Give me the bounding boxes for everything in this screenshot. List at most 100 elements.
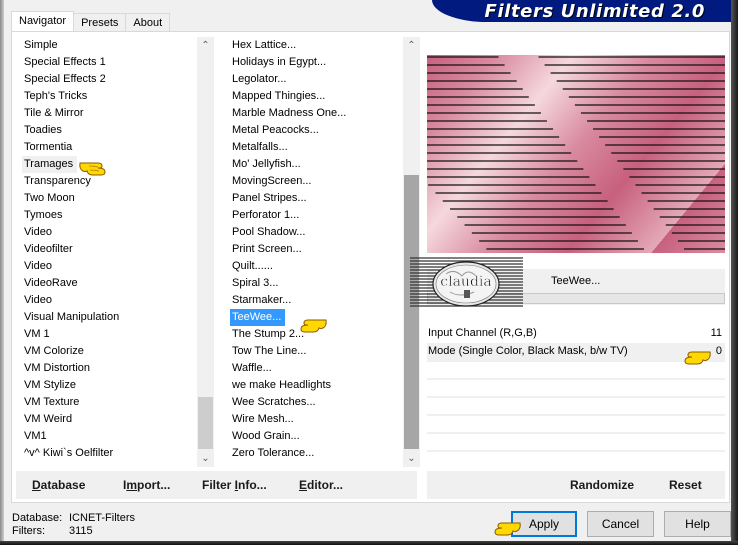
editor-button[interactable]: Editor... <box>299 471 343 499</box>
category-item[interactable]: Special Effects 2 <box>22 73 106 85</box>
filter-item[interactable]: Wood Grain... <box>230 430 300 442</box>
category-list[interactable]: Simple Special Effects 1 Special Effects 2… <box>22 37 192 467</box>
filter-item[interactable]: Marble Madness One... <box>230 107 346 119</box>
filter-item[interactable]: Quilt...... <box>230 260 273 272</box>
filter-list[interactable]: Hex Lattice... Holidays in Egypt... Legola… <box>230 37 400 467</box>
filter-item[interactable]: Mapped Thingies... <box>230 90 325 102</box>
pointing-hand-icon <box>494 522 521 536</box>
tab-presets[interactable]: Presets <box>73 13 127 32</box>
filter-item[interactable]: Print Screen... <box>230 243 302 255</box>
category-item[interactable]: VM Stylize <box>22 379 76 391</box>
category-item[interactable]: Teph's Tricks <box>22 90 87 102</box>
filter-item[interactable]: Wee Scratches... <box>230 396 316 408</box>
category-item[interactable]: ^v^ Kiwi`s Oelfilter <box>22 447 113 459</box>
list-row: Metalfalls... <box>230 139 400 156</box>
category-item[interactable]: Visual Manipulation <box>22 311 119 323</box>
tab-about[interactable]: About <box>125 13 171 32</box>
filter-item[interactable]: Spiral 3... <box>230 277 278 289</box>
param-value[interactable]: 0 <box>716 343 722 360</box>
category-item[interactable]: VM Weird <box>22 413 72 425</box>
filter-scroll-thumb[interactable] <box>404 175 419 449</box>
reset-button[interactable]: Reset <box>669 471 702 499</box>
scroll-up-arrow-icon[interactable]: ⌃ <box>197 37 214 54</box>
preview-gradient <box>427 55 725 253</box>
category-item[interactable]: Special Effects 1 <box>22 56 106 68</box>
category-item[interactable]: Tymoes <box>22 209 63 221</box>
list-row: Wire Mesh... <box>230 411 400 428</box>
window-frame-bottom <box>0 541 738 545</box>
tab-navigator[interactable]: Navigator <box>11 11 75 33</box>
filter-item[interactable]: MovingScreen... <box>230 175 311 187</box>
param-value[interactable]: 11 <box>711 325 722 342</box>
filter-item[interactable]: Panel Stripes... <box>230 192 307 204</box>
list-row: VM Stylize <box>22 377 192 394</box>
cancel-button[interactable]: Cancel <box>587 511 654 537</box>
database-button[interactable]: Database <box>32 471 85 499</box>
category-item[interactable]: VM 1 <box>22 328 50 340</box>
category-item[interactable]: VM Texture <box>22 396 79 408</box>
filter-info-button[interactable]: Filter Info... <box>202 471 267 499</box>
category-scroll-thumb[interactable] <box>198 397 213 449</box>
param-divider <box>427 432 725 434</box>
list-row: Special Effects 1 <box>22 54 192 71</box>
list-row: Wee Scratches... <box>230 394 400 411</box>
list-row: VideoRave <box>22 275 192 292</box>
list-row: Holidays in Egypt... <box>230 54 400 71</box>
list-row: Video <box>22 292 192 309</box>
filter-item[interactable]: Hex Lattice... <box>230 39 296 51</box>
category-scrollbar[interactable]: ⌃ ⌄ <box>197 37 214 467</box>
filter-item[interactable]: Starmaker... <box>230 294 291 306</box>
category-item[interactable]: VM1 <box>22 430 47 442</box>
category-item[interactable]: Tile & Mirror <box>22 107 83 119</box>
category-item[interactable]: Two Moon <box>22 192 75 204</box>
category-item[interactable]: Tramages <box>22 156 78 173</box>
param-row-input-channel[interactable]: Input Channel (R,G,B) 11 <box>427 325 725 342</box>
pointing-hand-icon <box>300 319 327 333</box>
category-item[interactable]: Tormentia <box>22 141 72 153</box>
list-row: Tymoes <box>22 207 192 224</box>
list-row: Toadies <box>22 122 192 139</box>
filter-item[interactable]: Zero Tolerance... <box>230 447 314 459</box>
help-button[interactable]: Help <box>664 511 731 537</box>
filter-item[interactable]: Metalfalls... <box>230 141 288 153</box>
category-item[interactable]: Videofilter <box>22 243 73 255</box>
list-row: Print Screen... <box>230 241 400 258</box>
filter-item[interactable]: Legolator... <box>230 73 286 85</box>
list-row: Quilt...... <box>230 258 400 275</box>
filter-item[interactable]: we make Headlights <box>230 379 331 391</box>
filter-scrollbar[interactable]: ⌃ ⌄ <box>403 37 420 467</box>
category-item[interactable]: Video <box>22 294 52 306</box>
filter-item[interactable]: Wire Mesh... <box>230 413 294 425</box>
category-item[interactable]: Simple <box>22 39 58 51</box>
filter-item[interactable]: Waffle... <box>230 362 272 374</box>
category-item[interactable]: Video <box>22 260 52 272</box>
list-row: Marble Madness One... <box>230 105 400 122</box>
filter-item[interactable]: Holidays in Egypt... <box>230 56 326 68</box>
randomize-button[interactable]: Randomize <box>570 471 634 499</box>
category-item[interactable]: Toadies <box>22 124 62 136</box>
filter-item[interactable]: Mo' Jellyfish... <box>230 158 301 170</box>
list-row: Mapped Thingies... <box>230 88 400 105</box>
scroll-up-arrow-icon[interactable]: ⌃ <box>403 37 420 54</box>
category-item[interactable]: Video <box>22 226 52 238</box>
category-item[interactable]: Transparency <box>22 175 91 187</box>
claudia-watermark-logo: claudia <box>410 257 523 307</box>
import-button[interactable]: Import... <box>123 471 170 499</box>
param-divider <box>427 378 725 380</box>
list-row: VM Distortion <box>22 360 192 377</box>
list-row: VM Colorize <box>22 343 192 360</box>
category-item[interactable]: VM Distortion <box>22 362 90 374</box>
category-item[interactable]: VideoRave <box>22 277 78 289</box>
category-item[interactable]: VM Colorize <box>22 345 84 357</box>
filter-item[interactable]: Perforator 1... <box>230 209 299 221</box>
filter-item[interactable]: Metal Peacocks... <box>230 124 319 136</box>
list-row: MovingScreen... <box>230 173 400 190</box>
list-row: VM 1 <box>22 326 192 343</box>
param-divider <box>427 450 725 452</box>
current-filter-name: TeeWee... <box>551 275 601 287</box>
filter-item[interactable]: TeeWee... <box>230 309 286 326</box>
filter-item[interactable]: Pool Shadow... <box>230 226 305 238</box>
filter-item[interactable]: Tow The Line... <box>230 345 306 357</box>
scroll-down-arrow-icon[interactable]: ⌄ <box>403 450 420 467</box>
scroll-down-arrow-icon[interactable]: ⌄ <box>197 450 214 467</box>
